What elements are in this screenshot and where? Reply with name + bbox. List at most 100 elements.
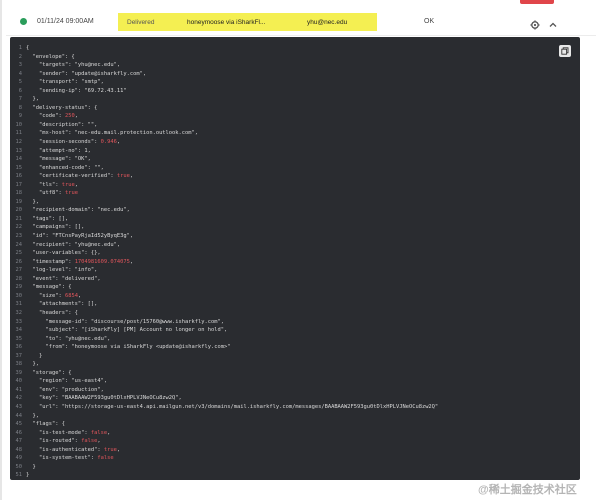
code-line: 45 "flags": { — [10, 420, 570, 429]
line-text: "env": "production", — [26, 386, 104, 393]
line-text: "tags": [], — [26, 215, 69, 222]
code-line: 48 "is-authenticated": true, — [10, 446, 570, 455]
line-number: 5 — [18, 79, 22, 86]
line-number: 36 — [15, 344, 23, 351]
line-text: "timestamp": — [26, 258, 75, 265]
code-line: 7 }, — [10, 95, 570, 104]
line-suffix: , — [77, 292, 82, 299]
line-text: } — [26, 463, 36, 470]
code-line: 11 "mx-host": "nec-edu.mail.protection.o… — [10, 129, 570, 138]
line-number: 45 — [15, 421, 23, 428]
code-line: 34 "subject": "[iSharkFly] [PM] Account … — [10, 326, 570, 335]
line-text: "sending-ip": "69.72.43.11" — [26, 87, 127, 94]
json-code-panel: 1{2 "envelope": {3 "targets": "yhu@nec.e… — [10, 37, 580, 480]
line-text: { — [26, 45, 30, 51]
line-value: false — [81, 438, 98, 445]
line-number: 25 — [15, 250, 23, 257]
line-text: "tls": — [26, 181, 62, 188]
line-suffix: , — [107, 429, 111, 436]
row-timestamp: 01/11/24 09:00AM — [37, 18, 94, 25]
line-number: 17 — [15, 181, 23, 188]
line-text: "enhanced-code": "", — [26, 164, 104, 171]
top-action-button[interactable] — [520, 0, 554, 4]
line-text: "attachments": [], — [26, 301, 98, 308]
code-line: 22 "campaigns": [], — [10, 223, 570, 232]
line-text: }, — [26, 198, 39, 205]
line-value: false — [97, 455, 114, 462]
line-suffix: , — [129, 173, 134, 180]
line-number: 3 — [18, 62, 22, 69]
line-number: 42 — [15, 395, 23, 402]
log-row[interactable]: 01/11/24 09:00AM Delivered honeymoose vi… — [6, 8, 596, 36]
code-line: 41 "env": "production", — [10, 386, 570, 395]
line-number: 43 — [15, 403, 23, 410]
code-line: 35 "to": "yhu@nec.edu", — [10, 335, 570, 344]
line-number: 10 — [15, 121, 23, 128]
code-line: 12 "session-seconds": 0.946, — [10, 138, 570, 147]
code-line: 31 "attachments": [], — [10, 300, 570, 309]
code-line: 15 "enhanced-code": "", — [10, 164, 570, 173]
line-text: }, — [26, 361, 39, 368]
line-text: "attempt-no": 1, — [26, 147, 91, 154]
line-value: 6854 — [64, 292, 78, 299]
code-line: 9 "code": 250, — [10, 112, 570, 121]
line-number: 41 — [15, 386, 23, 393]
line-number: 32 — [15, 309, 23, 316]
line-text: "key": "BAABAAW2F593gu0tDlxHPLVJNeOCu8zw… — [26, 395, 182, 402]
code-line: 19 }, — [10, 198, 570, 207]
line-suffix: , — [116, 139, 121, 146]
line-number: 1 — [18, 45, 22, 51]
gear-icon[interactable] — [530, 17, 540, 30]
line-number: 21 — [15, 215, 23, 222]
code-line: 46 "is-test-mode": false, — [10, 429, 570, 438]
line-suffix: , — [74, 113, 78, 120]
line-text: "from": "honeymoose via iSharkFly <updat… — [26, 344, 231, 351]
line-text: "url": "https://storage-us-east4.api.mai… — [26, 403, 439, 410]
line-number: 19 — [15, 198, 23, 205]
code-line: 38 }, — [10, 360, 570, 369]
line-number: 44 — [15, 412, 23, 419]
line-number: 37 — [15, 352, 23, 359]
line-text: }, — [26, 412, 39, 419]
line-text: "to": "yhu@nec.edu", — [26, 335, 111, 342]
code-line: 8 "delivery-status": { — [10, 104, 570, 113]
line-value: true — [103, 446, 117, 453]
line-number: 30 — [15, 292, 23, 299]
code-line: 26 "timestamp": 1704981609.074075, — [10, 258, 570, 267]
line-number: 11 — [15, 130, 23, 137]
line-text: "sender": "update@isharkfly.com", — [26, 70, 147, 77]
code-line: 39 "storage": { — [10, 369, 570, 378]
line-number: 33 — [15, 318, 23, 325]
code-line: 33 "message-id": "discourse/post/15760@w… — [10, 318, 570, 327]
line-text: "campaigns": [], — [26, 224, 85, 231]
code-line: 44 }, — [10, 412, 570, 421]
line-number: 18 — [15, 190, 23, 197]
code-line: 13 "attempt-no": 1, — [10, 147, 570, 156]
code-line: 18 "utf8": true — [10, 189, 570, 198]
line-text: "message": { — [26, 284, 72, 291]
watermark: @稀土掘金技术社区 — [478, 484, 577, 496]
line-number: 16 — [15, 173, 23, 180]
line-number: 12 — [15, 139, 23, 146]
chevron-up-icon[interactable] — [548, 17, 558, 27]
line-value: true — [116, 173, 130, 180]
line-value: false — [90, 429, 108, 436]
line-text: "utf8": — [26, 190, 65, 197]
line-number: 48 — [15, 446, 23, 453]
line-text: "storage": { — [26, 369, 72, 376]
code-line: 16 "certificate-verified": true, — [10, 172, 570, 181]
line-number: 20 — [15, 207, 23, 214]
line-suffix: , — [97, 438, 101, 445]
code-line: 1{ — [10, 44, 570, 53]
line-text: "event": "delivered", — [26, 275, 101, 282]
line-text: "code": — [26, 113, 65, 120]
code-line: 47 "is-routed": false, — [10, 437, 570, 446]
row-status: OK — [424, 18, 435, 25]
code-line: 36 "from": "honeymoose via iSharkFly <up… — [10, 343, 570, 352]
line-number: 46 — [15, 429, 23, 436]
line-value: true — [64, 190, 78, 197]
code-line: 6 "sending-ip": "69.72.43.11" — [10, 87, 570, 96]
line-text: "session-seconds": — [26, 139, 101, 146]
line-number: 51 — [15, 472, 23, 479]
line-number: 29 — [15, 284, 23, 291]
